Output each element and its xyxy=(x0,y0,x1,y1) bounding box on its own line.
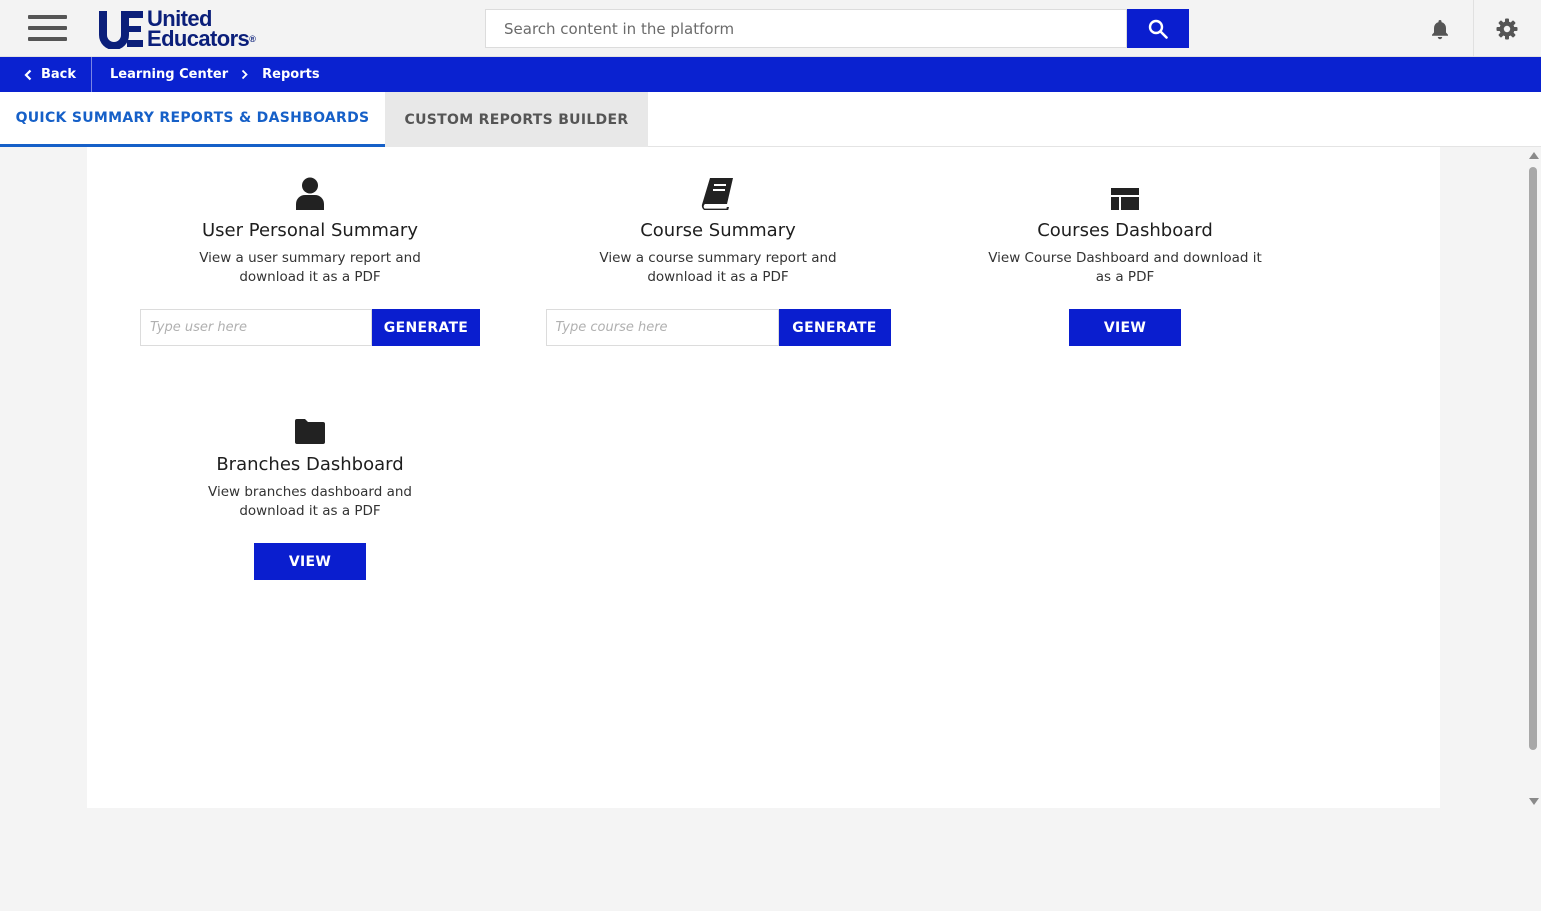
breadcrumb-bar: Back Learning Center Reports xyxy=(0,57,1541,92)
course-input[interactable] xyxy=(545,309,779,346)
tab-custom-reports-builder[interactable]: CUSTOM REPORTS BUILDER xyxy=(385,92,648,147)
logo-wordmark: United Educators® xyxy=(147,8,256,51)
search-icon xyxy=(1148,19,1168,39)
back-label: Back xyxy=(41,67,77,82)
tab-quick-summary-reports[interactable]: QUICK SUMMARY REPORTS & DASHBOARDS xyxy=(0,92,385,147)
chevron-right-icon xyxy=(241,69,248,80)
top-header: United Educators® xyxy=(0,0,1541,57)
user-input[interactable] xyxy=(140,309,372,346)
vertical-scrollbar[interactable] xyxy=(1526,147,1541,808)
user-summary-card: User Personal Summary View a user summar… xyxy=(130,174,490,346)
registered-mark: ® xyxy=(249,34,256,44)
breadcrumb-separator xyxy=(91,57,92,92)
courses-dashboard-actions: VIEW xyxy=(945,309,1305,346)
branches-dashboard-actions: VIEW xyxy=(130,543,490,580)
generate-user-summary-button[interactable]: GENERATE xyxy=(372,309,480,346)
hamburger-menu-icon[interactable] xyxy=(28,15,68,43)
scroll-up-arrow-icon[interactable] xyxy=(1529,152,1539,159)
search-button[interactable] xyxy=(1127,9,1189,48)
folder-icon xyxy=(295,419,325,444)
scroll-thumb[interactable] xyxy=(1529,167,1537,750)
user-summary-title: User Personal Summary xyxy=(202,220,418,241)
generate-course-summary-button[interactable]: GENERATE xyxy=(778,309,891,346)
tab-bar: QUICK SUMMARY REPORTS & DASHBOARDS CUSTO… xyxy=(0,92,1541,147)
course-summary-card: Course Summary View a course summary rep… xyxy=(538,174,898,346)
search-bar xyxy=(485,9,1189,48)
search-input[interactable] xyxy=(485,9,1127,48)
header-divider xyxy=(1473,0,1474,57)
courses-dashboard-card: Courses Dashboard View Course Dashboard … xyxy=(945,174,1305,346)
scroll-down-arrow-icon[interactable] xyxy=(1529,798,1539,805)
chevron-left-icon xyxy=(24,69,32,80)
breadcrumb-learning-center[interactable]: Learning Center xyxy=(110,67,228,82)
branches-dashboard-card: Branches Dashboard View branches dashboa… xyxy=(130,408,490,580)
course-summary-description: View a course summary report and downloa… xyxy=(599,250,837,285)
reports-panel: User Personal Summary View a user summar… xyxy=(87,147,1440,808)
branches-dashboard-description: View branches dashboard and download it … xyxy=(208,484,412,519)
view-branches-dashboard-button[interactable]: VIEW xyxy=(254,543,366,580)
ue-logo-mark xyxy=(99,11,143,49)
breadcrumb-reports: Reports xyxy=(262,67,320,82)
view-courses-dashboard-button[interactable]: VIEW xyxy=(1069,309,1181,346)
user-summary-form: GENERATE xyxy=(130,309,490,346)
user-summary-description: View a user summary report and download … xyxy=(199,250,421,285)
back-button[interactable]: Back xyxy=(24,57,76,92)
branches-dashboard-title: Branches Dashboard xyxy=(216,454,404,475)
course-summary-form: GENERATE xyxy=(538,309,898,346)
user-icon xyxy=(296,177,324,210)
course-summary-title: Course Summary xyxy=(640,220,796,241)
gear-icon[interactable] xyxy=(1495,17,1519,41)
bell-icon[interactable] xyxy=(1428,17,1452,41)
logo-line-2: Educators xyxy=(147,26,250,51)
book-icon xyxy=(701,178,733,210)
dashboard-icon xyxy=(1111,188,1139,210)
united-educators-logo[interactable]: United Educators® xyxy=(97,8,256,51)
courses-dashboard-description: View Course Dashboard and download it as… xyxy=(988,250,1262,285)
breadcrumb: Learning Center Reports xyxy=(110,57,320,92)
courses-dashboard-title: Courses Dashboard xyxy=(1037,220,1213,241)
